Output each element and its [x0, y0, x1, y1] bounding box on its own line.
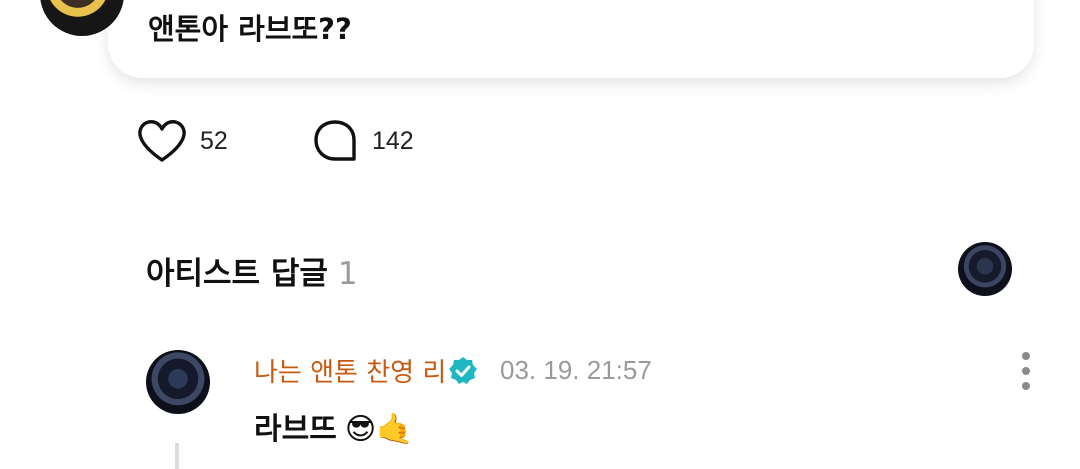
reply-author-name[interactable]: 나는 앤톤 찬영 리 [254, 352, 446, 389]
reply-author-avatar[interactable] [146, 350, 210, 414]
comment-count: 142 [372, 126, 414, 155]
reply-emojis: 😎🤙 [344, 412, 414, 447]
artist-replies-title: 아티스트 답글 [146, 256, 328, 292]
artist-replies-count: 1 [337, 256, 358, 292]
speech-bubble-icon [312, 118, 358, 164]
post-text: 앤톤아 라브또?? [148, 12, 352, 46]
reply-text-row: 라브뜨 😎🤙 [254, 404, 413, 448]
artist-avatar[interactable] [958, 242, 1012, 296]
heart-icon [136, 118, 188, 164]
like-button[interactable]: 52 [136, 118, 228, 164]
reply-timestamp: 03. 19. 21:57 [500, 355, 652, 385]
like-count: 52 [200, 126, 228, 155]
verified-badge-icon [448, 356, 478, 386]
comment-button[interactable]: 142 [312, 118, 414, 164]
reply-text: 라브뜨 [254, 412, 337, 447]
more-vertical-icon[interactable] [1014, 352, 1038, 390]
thread-line [175, 443, 179, 469]
artist-replies-header: 아티스트 답글 1 [146, 248, 358, 293]
